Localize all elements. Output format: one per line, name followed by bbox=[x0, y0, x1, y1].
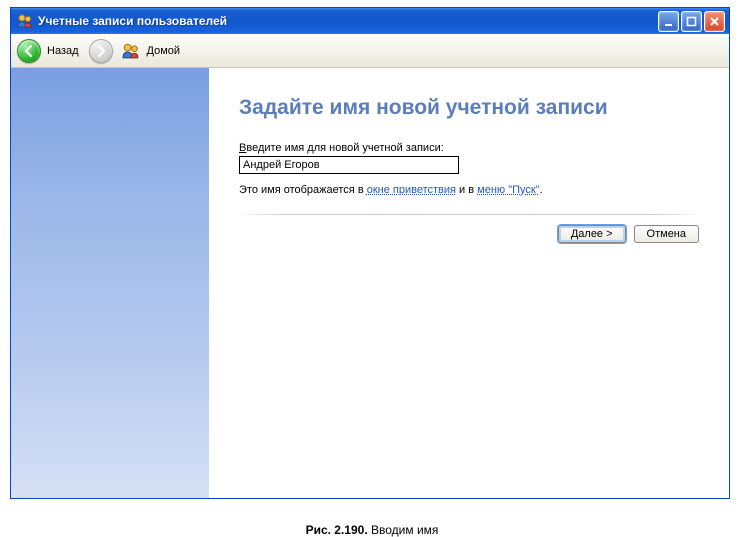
forward-button[interactable] bbox=[89, 39, 113, 63]
welcome-screen-link[interactable]: окне приветствия bbox=[367, 184, 456, 196]
figure-caption: Рис. 2.190. Вводим имя bbox=[0, 523, 744, 537]
next-button[interactable]: Далее > bbox=[558, 225, 626, 243]
window-title: Учетные записи пользователей bbox=[38, 14, 658, 28]
titlebar[interactable]: Учетные записи пользователей bbox=[11, 8, 729, 34]
home-label[interactable]: Домой bbox=[147, 45, 181, 57]
back-label[interactable]: Назад bbox=[47, 45, 79, 57]
users-icon bbox=[17, 13, 33, 29]
back-button[interactable] bbox=[17, 39, 41, 63]
sidebar bbox=[11, 68, 209, 498]
window-frame: Учетные записи пользователей Назад bbox=[10, 7, 730, 499]
button-row: Далее > Отмена bbox=[239, 225, 699, 243]
account-name-input[interactable] bbox=[239, 156, 459, 174]
home-icon[interactable] bbox=[121, 41, 141, 61]
minimize-button[interactable] bbox=[658, 11, 679, 32]
main-panel: Задайте имя новой учетной записи Введите… bbox=[209, 68, 729, 498]
page-heading: Задайте имя новой учетной записи bbox=[239, 96, 699, 120]
input-label: Введите имя для новой учетной записи: bbox=[239, 142, 699, 154]
content-area: Задайте имя новой учетной записи Введите… bbox=[11, 68, 729, 498]
cancel-button[interactable]: Отмена bbox=[634, 225, 699, 243]
hint-text: Это имя отображается в окне приветствия … bbox=[239, 184, 699, 196]
toolbar: Назад Домой bbox=[11, 34, 729, 68]
maximize-button[interactable] bbox=[681, 11, 702, 32]
start-menu-link[interactable]: меню "Пуск" bbox=[477, 184, 539, 196]
close-button[interactable] bbox=[704, 11, 725, 32]
divider bbox=[239, 214, 699, 215]
